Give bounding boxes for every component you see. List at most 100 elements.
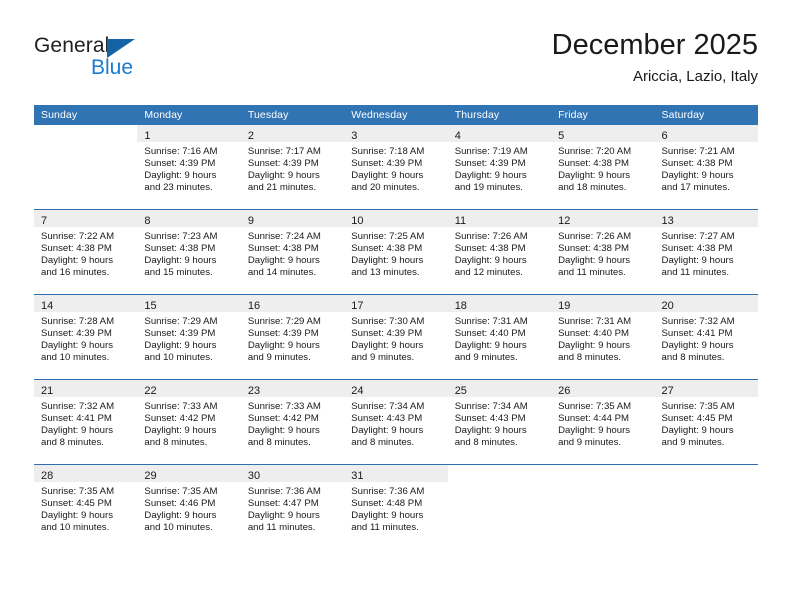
day-number: 3 [351,130,358,142]
sunrise-text: Sunrise: 7:29 AM [144,316,218,327]
calendar-day-cell[interactable]: 26 Sunrise: 7:35 AM Sunset: 4:44 PM Dayligh… [551,379,655,465]
calendar-week-row: 7 Sunrise: 7:22 AM Sunset: 4:38 PM Daylight… [34,209,758,295]
day-details: Sunrise: 7:28 AM Sunset: 4:39 PM Daylight:… [34,312,137,364]
calendar-day-cell[interactable]: 24 Sunrise: 7:34 AM Sunset: 4:43 PM Dayligh… [344,379,448,465]
day-number-band: 9 [240,210,345,227]
calendar-week-row: 28 Sunrise: 7:35 AM Sunset: 4:45 PM Dayligh… [34,464,758,549]
sunrise-text: Sunrise: 7:18 AM [351,146,425,157]
calendar-day-cell[interactable]: 22 Sunrise: 7:33 AM Sunset: 4:42 PM Dayligh… [137,379,241,465]
calendar-day-cell[interactable]: 3 Sunrise: 7:18 AM Sunset: 4:39 PM Daylight… [344,125,448,210]
sunrise-text: Sunrise: 7:20 AM [558,146,632,157]
day-number: 1 [144,130,151,142]
calendar-day-cell[interactable]: 23 Sunrise: 7:33 AM Sunset: 4:42 PM Dayligh… [240,379,345,465]
calendar-day-cell[interactable]: 15 Sunrise: 7:29 AM Sunset: 4:39 PM Dayligh… [137,294,241,380]
calendar-day-cell[interactable]: 6 Sunrise: 7:21 AM Sunset: 4:38 PM Daylight… [654,125,758,210]
calendar-day-cell[interactable]: 25 Sunrise: 7:34 AM Sunset: 4:43 PM Dayligh… [447,379,552,465]
calendar-day-cell[interactable]: 17 Sunrise: 7:30 AM Sunset: 4:39 PM Dayligh… [344,294,448,380]
sunset-text: Sunset: 4:39 PM [144,327,216,339]
column-header-wednesday: Wednesday [344,105,448,125]
calendar-day-cell[interactable]: 1 Sunrise: 7:16 AM Sunset: 4:39 PM Daylight… [137,125,241,210]
sunset-text: Sunset: 4:39 PM [351,157,423,169]
day-details: Sunrise: 7:32 AM Sunset: 4:41 PM Daylight:… [655,312,758,364]
daylight-text-line1: Daylight: 9 hours [454,339,527,351]
day-cell-inner: 20 Sunrise: 7:32 AM Sunset: 4:41 PM Dayligh… [654,295,758,379]
calendar-day-cell[interactable]: 14 Sunrise: 7:28 AM Sunset: 4:39 PM Dayligh… [34,294,138,380]
sunrise-text: Sunrise: 7:35 AM [558,401,632,412]
calendar-page: General Blue December 2025 Ariccia, Lazi… [0,0,792,612]
calendar-day-cell[interactable]: 11 Sunrise: 7:26 AM Sunset: 4:38 PM Dayligh… [447,209,552,295]
sunset-text: Sunset: 4:45 PM [41,497,112,509]
sunset-text: Sunset: 4:42 PM [144,412,216,424]
daylight-text-line1: Daylight: 9 hours [144,254,217,266]
sunset-text: Sunset: 4:38 PM [41,242,112,254]
sunrise-text: Sunrise: 7:34 AM [454,401,528,412]
daylight-text-line1: Daylight: 9 hours [661,339,734,351]
day-cell-inner: 9 Sunrise: 7:24 AM Sunset: 4:38 PM Daylight… [240,210,345,294]
calendar-day-cell[interactable]: 7 Sunrise: 7:22 AM Sunset: 4:38 PM Daylight… [34,209,138,295]
daylight-text-line1: Daylight: 9 hours [558,424,631,436]
calendar-day-cell[interactable]: 19 Sunrise: 7:31 AM Sunset: 4:40 PM Dayligh… [551,294,655,380]
day-number-band: 19 [551,295,655,312]
sunrise-text: Sunrise: 7:16 AM [144,146,218,157]
calendar-day-cell[interactable]: 18 Sunrise: 7:31 AM Sunset: 4:40 PM Dayligh… [447,294,552,380]
sunset-text: Sunset: 4:38 PM [558,157,630,169]
calendar-day-cell[interactable]: 16 Sunrise: 7:29 AM Sunset: 4:39 PM Dayligh… [240,294,345,380]
daylight-text-line2: and 8 minutes. [661,351,725,363]
daylight-text-line2: and 8 minutes. [558,351,622,363]
day-number-band: 22 [137,380,241,397]
daylight-text-line1: Daylight: 9 hours [661,169,734,181]
calendar-day-cell[interactable]: 10 Sunrise: 7:25 AM Sunset: 4:38 PM Dayligh… [344,209,448,295]
calendar-day-cell[interactable]: 20 Sunrise: 7:32 AM Sunset: 4:41 PM Dayligh… [654,294,758,380]
sunrise-text: Sunrise: 7:25 AM [351,231,425,242]
day-cell-inner: 16 Sunrise: 7:29 AM Sunset: 4:39 PM Dayligh… [240,295,345,379]
daylight-text-line1: Daylight: 9 hours [144,339,217,351]
day-number-band: 28 [34,465,138,482]
calendar-day-cell[interactable]: 13 Sunrise: 7:27 AM Sunset: 4:38 PM Dayligh… [654,209,758,295]
calendar-day-cell[interactable]: 31 Sunrise: 7:36 AM Sunset: 4:48 PM Dayligh… [344,464,448,549]
sunrise-text: Sunrise: 7:26 AM [558,231,632,242]
calendar-day-cell[interactable]: 21 Sunrise: 7:32 AM Sunset: 4:41 PM Dayligh… [34,379,138,465]
daylight-text-line1: Daylight: 9 hours [247,254,320,266]
page-header: General Blue December 2025 Ariccia, Lazi… [0,0,792,100]
calendar-day-cell[interactable]: 27 Sunrise: 7:35 AM Sunset: 4:45 PM Dayligh… [654,379,758,465]
day-number: 25 [454,385,467,397]
day-cell-inner: 3 Sunrise: 7:18 AM Sunset: 4:39 PM Daylight… [344,125,448,209]
day-cell-inner: 30 Sunrise: 7:36 AM Sunset: 4:47 PM Dayligh… [240,465,345,549]
generalblue-logo[interactable]: General Blue [34,34,214,84]
calendar-day-cell[interactable]: 4 Sunrise: 7:19 AM Sunset: 4:39 PM Daylight… [447,125,552,210]
daylight-text-line1: Daylight: 9 hours [144,169,217,181]
day-number-band: 31 [344,465,448,482]
daylight-text-line1: Daylight: 9 hours [41,254,113,266]
sunrise-text: Sunrise: 7:22 AM [41,231,115,242]
day-number-band [551,465,655,482]
column-header-saturday: Saturday [654,105,758,125]
day-number: 24 [351,385,364,397]
sunset-text: Sunset: 4:38 PM [351,242,423,254]
daylight-text-line1: Daylight: 9 hours [351,424,424,436]
day-details: Sunrise: 7:16 AM Sunset: 4:39 PM Daylight:… [137,142,240,194]
day-number-band: 2 [240,125,345,142]
day-details: Sunrise: 7:36 AM Sunset: 4:47 PM Daylight:… [241,482,344,534]
calendar-day-cell[interactable]: 28 Sunrise: 7:35 AM Sunset: 4:45 PM Dayligh… [34,464,138,549]
calendar-day-cell[interactable]: 30 Sunrise: 7:36 AM Sunset: 4:47 PM Dayligh… [240,464,345,549]
day-number: 16 [247,300,261,312]
day-number-band [447,465,552,482]
sunset-text: Sunset: 4:44 PM [558,412,630,424]
calendar-day-cell[interactable]: 29 Sunrise: 7:35 AM Sunset: 4:46 PM Dayligh… [137,464,241,549]
day-number: 23 [247,385,261,397]
calendar-day-cell[interactable]: 2 Sunrise: 7:17 AM Sunset: 4:39 PM Daylight… [240,125,345,210]
day-number: 26 [558,385,571,397]
daylight-text-line2: and 15 minutes. [144,266,213,278]
day-cell-inner: 29 Sunrise: 7:35 AM Sunset: 4:46 PM Dayligh… [137,465,241,549]
title-block: December 2025 Ariccia, Lazio, Italy [552,28,758,88]
day-number: 11 [454,215,467,227]
calendar-day-cell[interactable]: 5 Sunrise: 7:20 AM Sunset: 4:38 PM Daylight… [551,125,655,210]
daylight-text-line2: and 9 minutes. [247,351,311,363]
day-cell-inner: 28 Sunrise: 7:35 AM Sunset: 4:45 PM Dayligh… [34,465,138,549]
day-details: Sunrise: 7:20 AM Sunset: 4:38 PM Daylight:… [551,142,654,194]
calendar-day-cell[interactable]: 12 Sunrise: 7:26 AM Sunset: 4:38 PM Dayligh… [551,209,655,295]
calendar-day-cell[interactable]: 9 Sunrise: 7:24 AM Sunset: 4:38 PM Daylight… [240,209,345,295]
day-details [448,482,551,486]
sunset-text: Sunset: 4:38 PM [558,242,630,254]
calendar-day-cell[interactable]: 8 Sunrise: 7:23 AM Sunset: 4:38 PM Daylight… [137,209,241,295]
